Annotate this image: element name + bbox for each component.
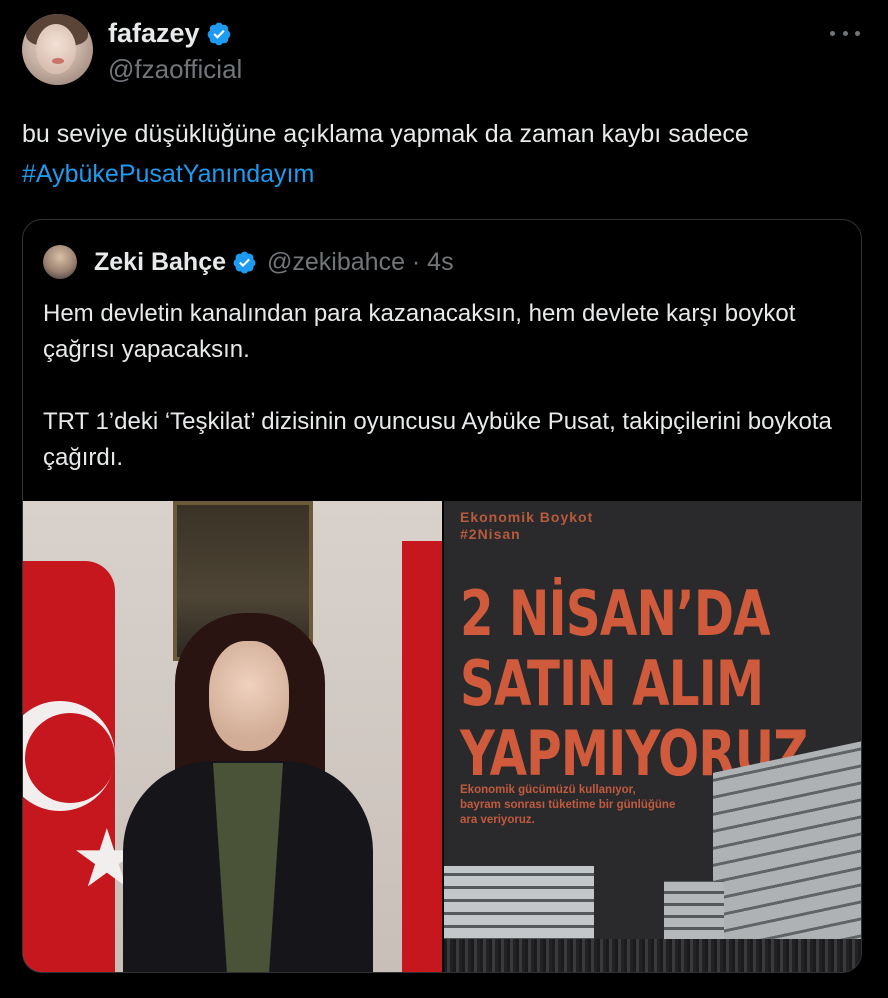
media-grid: ★ Ekonomik Boykot #2Nisan 2 NİSAN’DA SAT…: [23, 501, 861, 972]
verified-badge-icon: [207, 22, 230, 45]
tweet-text: bu seviye düşüklüğüne açıklama yapmak da…: [22, 114, 862, 194]
quoted-author-name[interactable]: Zeki Bahçe: [94, 248, 226, 277]
poster-tag-2: #2Nisan: [460, 526, 521, 542]
avatar-face: [36, 24, 76, 74]
poster-title-line: 2 NİSAN’DA: [460, 577, 771, 650]
poster-sub-line: bayram sonrası tüketime bir günlüğüne: [460, 799, 676, 811]
media-image-poster[interactable]: Ekonomik Boykot #2Nisan 2 NİSAN’DA SATIN…: [444, 501, 861, 972]
turkish-flag-right: [402, 541, 442, 972]
avatar-lips: [52, 58, 64, 64]
author-name-row: fafazey: [108, 18, 232, 49]
poster-title-line: SATIN ALIM: [460, 647, 764, 720]
poster-tags: Ekonomik Boykot #2Nisan: [460, 509, 593, 543]
poster-crowd: [444, 939, 861, 972]
tweet-header: fafazey @fzaofficial: [22, 14, 866, 90]
author-handle[interactable]: @fzaofficial: [108, 54, 242, 85]
quoted-author-handle-time[interactable]: @zekibahce · 4s: [267, 248, 454, 277]
poster-tag-1: Ekonomik Boykot: [460, 509, 594, 525]
more-dot: [855, 30, 860, 36]
verified-badge-icon: [233, 251, 256, 273]
actress-face: [209, 641, 289, 751]
quoted-author-avatar[interactable]: [43, 245, 77, 279]
tweet-text-body: bu seviye düşüklüğüne açıklama yapmak da…: [22, 120, 749, 148]
quoted-tweet-header: Zeki Bahçe @zekibahce · 4s: [43, 242, 454, 282]
author-avatar[interactable]: [22, 14, 93, 85]
quoted-paragraph-2: TRT 1’deki ‘Teşkilat’ dizisinin oyuncusu…: [43, 408, 832, 471]
poster-sub-line: ara veriyoruz.: [460, 814, 535, 826]
flag-crescent-cut: [25, 713, 115, 803]
more-options-icon[interactable]: [830, 28, 860, 38]
quoted-tweet[interactable]: Zeki Bahçe @zekibahce · 4s Hem devletin …: [22, 219, 862, 973]
poster-title: 2 NİSAN’DA SATIN ALIM YAPMIYORUZ: [460, 577, 808, 789]
author-display-name[interactable]: fafazey: [108, 18, 200, 49]
more-dot: [842, 30, 848, 36]
quoted-paragraph-1: Hem devletin kanalından para kazanacaksı…: [43, 300, 796, 363]
more-dot: [830, 30, 835, 36]
quoted-tweet-text: Hem devletin kanalından para kazanacaksı…: [43, 296, 843, 512]
media-image-actress[interactable]: ★: [23, 501, 442, 972]
hashtag-link[interactable]: #AybükePusatYanındayım: [22, 160, 314, 188]
poster-sub-line: Ekonomik gücümüzü kullanıyor,: [460, 784, 636, 796]
poster-subtitle: Ekonomik gücümüzü kullanıyor, bayram son…: [460, 783, 675, 828]
